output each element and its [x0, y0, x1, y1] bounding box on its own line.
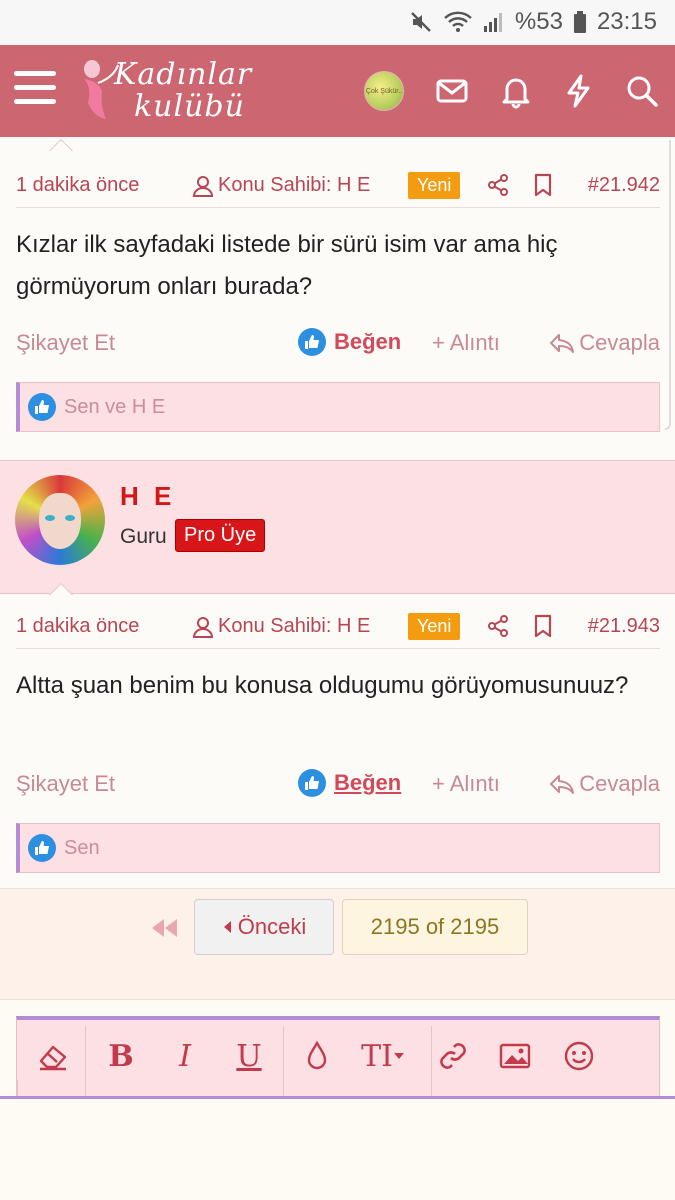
- editor-toolbar: B I U TI: [16, 1016, 660, 1104]
- previous-label: Önceki: [237, 914, 307, 939]
- new-badge: Yeni: [408, 613, 461, 640]
- reply-button[interactable]: Cevapla: [549, 330, 660, 356]
- editor-content-area[interactable]: [0, 1096, 675, 1200]
- reactions-bar[interactable]: Sen ve H E: [16, 382, 660, 432]
- like-label: Beğen: [334, 329, 402, 354]
- text-size-label: TI: [361, 1038, 393, 1074]
- site-header: Kadınlar kulübü Çok Şükür..: [0, 45, 675, 137]
- like-label: Beğen: [334, 770, 402, 795]
- account-avatar[interactable]: Çok Şükür..: [364, 71, 404, 111]
- bell-icon[interactable]: [498, 73, 534, 109]
- scroll-edge: [665, 140, 671, 430]
- author-text: Konu Sahibi: H E: [218, 174, 371, 196]
- report-button[interactable]: Şikayet Et: [16, 330, 115, 356]
- wifi-icon: [443, 10, 473, 34]
- pro-member-badge: Pro Üye: [175, 519, 266, 552]
- post-meta: 1 dakika önce Konu Sahibi: H E Yeni #21.…: [16, 164, 660, 208]
- eraser-icon[interactable]: [33, 1036, 73, 1076]
- mute-icon: [409, 10, 433, 34]
- battery-icon: [573, 10, 587, 34]
- post-body: Altta şuan benim bu konusa oldugumu görü…: [16, 672, 629, 699]
- post-time[interactable]: 1 dakika önce: [16, 615, 139, 638]
- menu-icon[interactable]: [14, 71, 56, 107]
- thumbs-up-icon: [28, 393, 56, 421]
- post-number[interactable]: #21.942: [588, 174, 660, 197]
- bookmark-icon[interactable]: [532, 173, 554, 197]
- quote-button[interactable]: + Alıntı: [432, 330, 500, 356]
- italic-button[interactable]: I: [167, 1036, 203, 1076]
- user-title: Guru: [120, 525, 167, 548]
- site-logo[interactable]: Kadınlar kulübü: [78, 53, 263, 129]
- caret-left-icon: [223, 921, 231, 933]
- post-number[interactable]: #21.943: [588, 615, 660, 638]
- image-icon[interactable]: [497, 1036, 533, 1076]
- post-actions: Şikayet Et Beğen + Alıntı Cevapla: [16, 765, 660, 801]
- clock: 23:15: [596, 8, 657, 35]
- thumbs-up-icon: [28, 834, 56, 862]
- pagination: Önceki 2195 of 2195: [0, 888, 675, 1000]
- post-time[interactable]: 1 dakika önce: [16, 174, 139, 197]
- search-icon[interactable]: [624, 73, 660, 109]
- text-size-icon[interactable]: TI: [355, 1036, 411, 1076]
- bookmark-icon[interactable]: [532, 614, 554, 638]
- lightning-icon[interactable]: [561, 73, 597, 109]
- reply-icon: [550, 334, 575, 353]
- post-notch: [48, 138, 74, 151]
- quote-button[interactable]: + Alıntı: [432, 771, 500, 797]
- signal-icon: [483, 10, 505, 34]
- previous-page-button[interactable]: Önceki: [194, 899, 334, 955]
- like-button[interactable]: Beğen: [298, 769, 401, 797]
- logo-text-line1: Kadınlar: [114, 57, 253, 92]
- reply-label: Cevapla: [579, 330, 660, 355]
- page-indicator[interactable]: 2195 of 2195: [342, 899, 528, 955]
- user-icon: [192, 616, 214, 638]
- post-notch: [48, 582, 74, 595]
- reply-icon: [550, 775, 575, 794]
- post-actions: Şikayet Et Beğen + Alıntı Cevapla: [16, 324, 660, 360]
- bold-button[interactable]: B: [103, 1036, 139, 1076]
- reply-label: Cevapla: [579, 771, 660, 796]
- mail-icon[interactable]: [434, 73, 470, 109]
- share-icon[interactable]: [486, 173, 510, 197]
- author-text: Konu Sahibi: H E: [218, 615, 371, 637]
- logo-text-line2: kulübü: [134, 89, 245, 124]
- report-button[interactable]: Şikayet Et: [16, 771, 115, 797]
- username[interactable]: H E: [120, 481, 175, 512]
- share-icon[interactable]: [486, 614, 510, 638]
- link-icon[interactable]: [435, 1036, 471, 1076]
- post-author-block: H E Guru Pro Üye: [0, 460, 675, 594]
- reactions-text: Sen ve H E: [64, 395, 166, 418]
- reply-button[interactable]: Cevapla: [549, 771, 660, 797]
- smiley-icon[interactable]: [561, 1036, 597, 1076]
- avatar[interactable]: [15, 475, 105, 565]
- thumbs-up-icon: [298, 769, 326, 797]
- user-icon: [192, 175, 214, 197]
- post-body: Kızlar ilk sayfadaki listede bir sürü is…: [16, 231, 558, 300]
- like-button[interactable]: Beğen: [298, 328, 401, 356]
- color-drop-icon[interactable]: [299, 1036, 335, 1076]
- underline-button[interactable]: U: [229, 1036, 269, 1076]
- new-badge: Yeni: [408, 172, 461, 199]
- status-bar: %53 23:15: [0, 0, 675, 45]
- reactions-bar[interactable]: Sen: [16, 823, 660, 873]
- post-meta: 1 dakika önce Konu Sahibi: H E Yeni #21.…: [16, 605, 660, 649]
- reactions-text: Sen: [64, 836, 100, 859]
- battery-percent: %53: [514, 8, 563, 35]
- avatar-caption: Çok Şükür..: [365, 87, 403, 95]
- thread-owner-label: Konu Sahibi: H E: [192, 615, 370, 638]
- thumbs-up-icon: [298, 328, 326, 356]
- first-page-icon[interactable]: [150, 917, 178, 939]
- thread-owner-label: Konu Sahibi: H E: [192, 174, 370, 197]
